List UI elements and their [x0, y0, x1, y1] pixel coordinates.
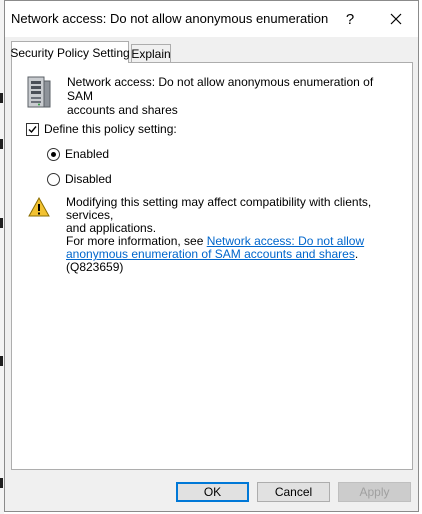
- tab-explain[interactable]: Explain: [131, 44, 171, 63]
- policy-name: Network access: Do not allow anonymous e…: [67, 75, 387, 117]
- define-policy-checkbox-row[interactable]: Define this policy setting:: [26, 122, 177, 136]
- policy-properties-dialog: Network access: Do not allow anonymous e…: [4, 0, 419, 512]
- background-mark: [0, 356, 3, 366]
- disabled-radio[interactable]: [47, 172, 60, 186]
- background-mark: [0, 139, 3, 149]
- apply-button[interactable]: Apply: [338, 482, 411, 502]
- close-button[interactable]: [381, 7, 411, 31]
- background-mark: [0, 218, 3, 228]
- option-enabled[interactable]: Enabled: [47, 147, 109, 161]
- define-policy-label: Define this policy setting:: [44, 122, 177, 136]
- warning-line: Modifying this setting may affect compat…: [66, 195, 372, 222]
- help-button[interactable]: ?: [335, 7, 365, 31]
- option-disabled[interactable]: Disabled: [47, 172, 112, 186]
- background-mark: [0, 93, 3, 103]
- define-policy-checkbox[interactable]: [26, 122, 39, 136]
- window-title: Network access: Do not allow anonymous e…: [11, 11, 329, 26]
- close-icon: [390, 13, 402, 25]
- title-bar[interactable]: Network access: Do not allow anonymous e…: [5, 1, 418, 37]
- background-mark: [0, 478, 3, 488]
- warning-message: Modifying this setting may affect compat…: [66, 196, 402, 274]
- ok-button[interactable]: OK: [176, 482, 249, 502]
- tab-security-policy-setting[interactable]: Security Policy Setting: [10, 41, 130, 63]
- policy-name-line: accounts and shares: [67, 103, 178, 117]
- policy-name-line: Network access: Do not allow anonymous e…: [67, 75, 374, 103]
- checkmark-icon: [28, 125, 37, 133]
- disabled-label: Disabled: [65, 172, 112, 186]
- more-info-prefix: For more information, see: [66, 234, 207, 248]
- enabled-label: Enabled: [65, 147, 110, 161]
- more-info-text: For more information, see Network access…: [66, 235, 402, 274]
- warning-icon: [28, 197, 50, 217]
- server-icon: [27, 76, 51, 108]
- cancel-button[interactable]: Cancel: [257, 482, 330, 502]
- enabled-radio[interactable]: [47, 147, 60, 161]
- tab-panel: Network access: Do not allow anonymous e…: [11, 62, 413, 470]
